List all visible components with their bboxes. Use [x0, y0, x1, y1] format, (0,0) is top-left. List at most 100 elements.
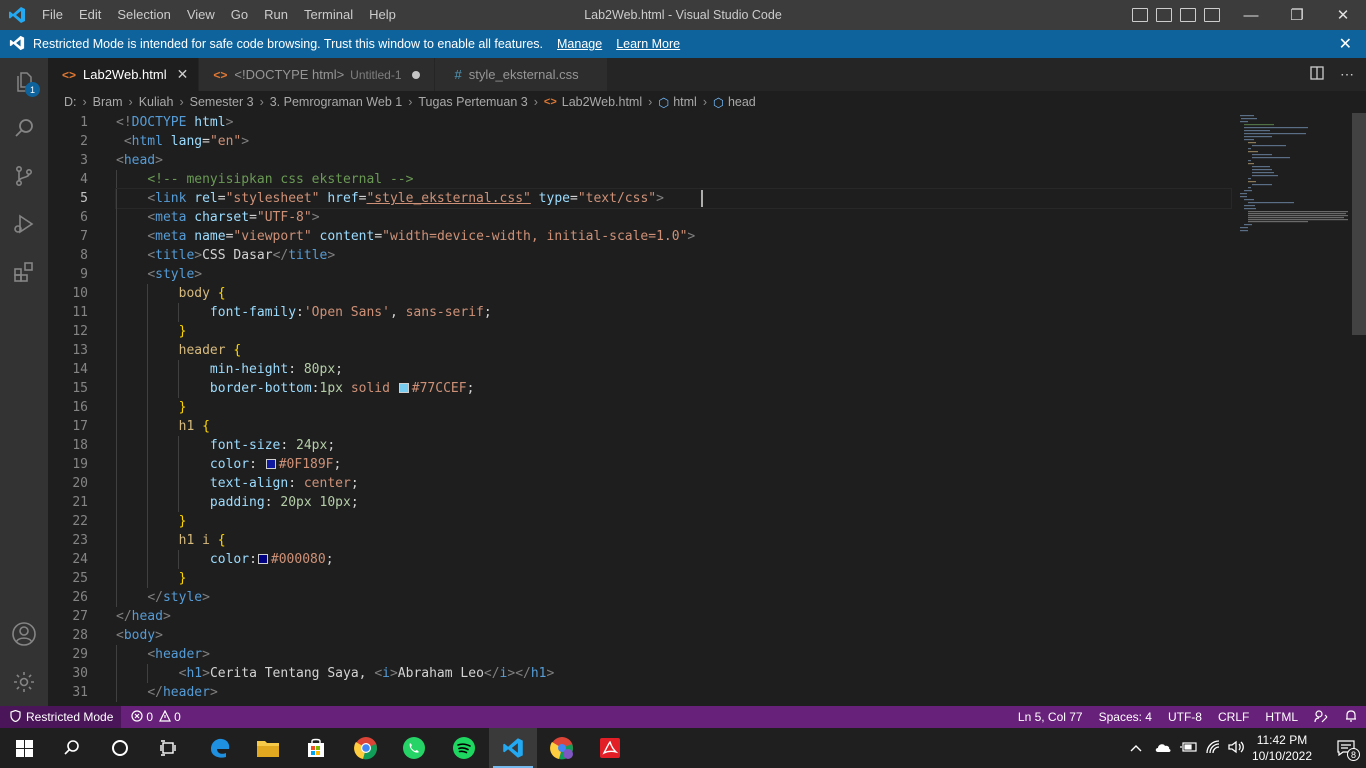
menu-go[interactable]: Go: [223, 0, 256, 30]
restricted-mode-indicator[interactable]: Restricted Mode: [0, 706, 122, 728]
customize-layout-icon[interactable]: [1204, 8, 1220, 22]
onedrive-cloud-icon[interactable]: [1154, 741, 1172, 756]
breadcrumb-item[interactable]: Tugas Pertemuan 3: [418, 95, 527, 109]
whatsapp-icon[interactable]: [390, 728, 438, 768]
shield-icon: [10, 709, 21, 725]
minimize-button[interactable]: —: [1228, 0, 1274, 30]
more-actions-icon[interactable]: ⋯: [1340, 66, 1354, 83]
close-window-button[interactable]: ✕: [1320, 0, 1366, 30]
learn-more-link[interactable]: Learn More: [616, 37, 680, 51]
cortana-icon[interactable]: [96, 728, 144, 768]
toggle-panel-icon[interactable]: [1156, 8, 1172, 22]
chrome-profile-icon[interactable]: [538, 728, 586, 768]
spotify-icon[interactable]: [440, 728, 488, 768]
error-count: 0: [146, 710, 154, 724]
vscode-logo-icon: [0, 0, 34, 30]
breadcrumb-item[interactable]: 3. Pemrograman Web 1: [270, 95, 402, 109]
breadcrumb-symbol-head[interactable]: head: [728, 95, 756, 109]
notification-count: 8: [1347, 748, 1360, 761]
problems-indicator[interactable]: 0 0: [131, 709, 181, 725]
status-right: Ln 5, Col 77 Spaces: 4 UTF-8 CRLF HTML: [1010, 706, 1366, 728]
line-number: 30: [72, 666, 88, 681]
line-number: 24: [72, 552, 88, 567]
line-number: 16: [72, 400, 88, 415]
window-controls: — ❐ ✕: [1228, 0, 1366, 30]
html-file-icon: <>: [62, 67, 77, 82]
code-line: <meta charset="UTF-8">: [116, 208, 1226, 227]
color-swatch[interactable]: [257, 554, 268, 564]
menu-view[interactable]: View: [179, 0, 223, 30]
manage-link[interactable]: Manage: [557, 37, 602, 51]
language-mode[interactable]: HTML: [1265, 710, 1298, 724]
vscode-icon[interactable]: [489, 728, 537, 768]
breadcrumb-item[interactable]: D:: [64, 95, 77, 109]
layout-controls: [1132, 0, 1220, 30]
unsaved-dot-icon[interactable]: [411, 70, 420, 79]
edge-icon[interactable]: [196, 728, 244, 768]
search-icon[interactable]: [48, 728, 96, 768]
windows-start-icon[interactable]: [0, 728, 48, 768]
task-view-icon[interactable]: [144, 728, 192, 768]
menu-run[interactable]: Run: [256, 0, 296, 30]
menu-help[interactable]: Help: [361, 0, 404, 30]
scrollbar-thumb[interactable]: [1352, 113, 1366, 335]
cursor-position[interactable]: Ln 5, Col 77: [1018, 710, 1083, 724]
system-tray: 11:42 PM 10/10/2022 8: [1130, 728, 1366, 768]
code-editor[interactable]: 1 2 3 4 5 6 7 8 9 10 11 12 13 14 15 16 1…: [48, 113, 1366, 706]
wifi-icon[interactable]: [1206, 739, 1222, 757]
close-tab-icon[interactable]: ✕: [177, 66, 189, 83]
battery-icon[interactable]: [1180, 741, 1198, 756]
breadcrumb-file[interactable]: Lab2Web.html: [562, 95, 642, 109]
indentation[interactable]: Spaces: 4: [1099, 710, 1152, 724]
store-icon[interactable]: [292, 728, 340, 768]
vertical-scrollbar[interactable]: [1352, 113, 1366, 706]
run-debug-icon[interactable]: [0, 200, 48, 248]
restricted-mode-banner: Restricted Mode is intended for safe cod…: [0, 30, 1366, 58]
explorer-icon[interactable]: 1: [0, 58, 48, 106]
line-number: 9: [80, 267, 88, 282]
code-line: </head>: [116, 609, 171, 624]
menu-edit[interactable]: Edit: [71, 0, 109, 30]
source-control-icon[interactable]: [0, 152, 48, 200]
line-number: 21: [72, 495, 88, 510]
menu-file[interactable]: File: [34, 0, 71, 30]
code-lines[interactable]: <!DOCTYPE html> <html lang="en"> <head> …: [115, 113, 1232, 702]
end-of-line[interactable]: CRLF: [1218, 710, 1249, 724]
show-hidden-icons-chevron-icon[interactable]: [1130, 741, 1142, 755]
breadcrumb-item[interactable]: Semester 3: [190, 95, 254, 109]
extensions-icon[interactable]: [0, 248, 48, 296]
restore-button[interactable]: ❐: [1274, 0, 1320, 30]
tab-untitled[interactable]: <> <!DOCTYPE html> Untitled-1: [199, 58, 435, 91]
volume-icon[interactable]: [1228, 740, 1244, 757]
menu-selection[interactable]: Selection: [109, 0, 178, 30]
manage-gear-icon[interactable]: [0, 658, 48, 706]
split-editor-icon[interactable]: [1310, 66, 1324, 83]
acrobat-icon[interactable]: [586, 728, 634, 768]
code-line: </header>: [116, 683, 1226, 702]
menu-terminal[interactable]: Terminal: [296, 0, 361, 30]
breadcrumb-symbol-html[interactable]: html: [673, 95, 697, 109]
account-icon[interactable]: [0, 610, 48, 658]
action-center-icon[interactable]: 8: [1326, 728, 1366, 768]
file-explorer-icon[interactable]: [244, 728, 292, 768]
toggle-secondary-sidebar-icon[interactable]: [1180, 8, 1196, 22]
close-banner-button[interactable]: ✕: [1339, 34, 1352, 54]
tab-lab2web[interactable]: <> Lab2Web.html ✕: [48, 58, 200, 91]
color-swatch[interactable]: [265, 459, 276, 469]
feedback-icon[interactable]: [1314, 709, 1328, 726]
line-number: 2: [80, 134, 88, 149]
tab-label: <!DOCTYPE html>: [234, 67, 345, 82]
toggle-primary-sidebar-icon[interactable]: [1132, 8, 1148, 22]
encoding[interactable]: UTF-8: [1168, 710, 1202, 724]
breadcrumb-item[interactable]: Kuliah: [139, 95, 174, 109]
taskbar-clock[interactable]: 11:42 PM 10/10/2022: [1252, 732, 1312, 764]
minimap[interactable]: [1238, 113, 1353, 233]
breadcrumb-item[interactable]: Bram: [93, 95, 123, 109]
chrome-icon[interactable]: [342, 728, 390, 768]
html-file-icon: <>: [213, 67, 228, 82]
code-line: text-align: center;: [116, 474, 1226, 493]
color-swatch[interactable]: [398, 383, 409, 393]
search-icon[interactable]: [0, 104, 48, 152]
tab-style-eksternal[interactable]: # style_eksternal.css: [434, 58, 608, 91]
notifications-bell-icon[interactable]: [1344, 709, 1358, 726]
